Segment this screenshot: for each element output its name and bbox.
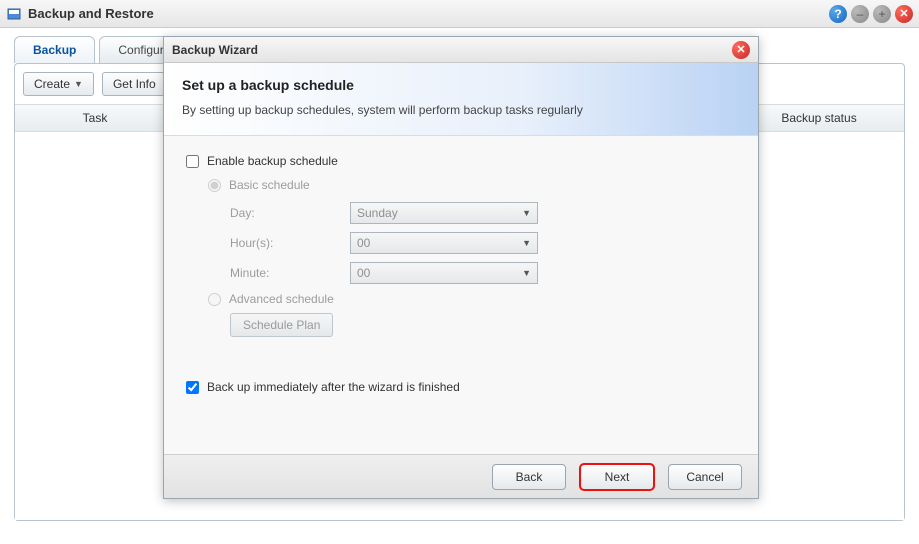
window-title: Backup and Restore xyxy=(28,6,825,21)
help-icon[interactable]: ? xyxy=(829,5,847,23)
back-button[interactable]: Back xyxy=(492,464,566,490)
advanced-schedule-row: Advanced schedule xyxy=(208,292,736,306)
minimize-icon[interactable]: – xyxy=(851,5,869,23)
next-button[interactable]: Next xyxy=(580,464,654,490)
close-icon[interactable]: ✕ xyxy=(895,5,913,23)
basic-schedule-row: Basic schedule xyxy=(208,178,736,192)
hour-row: Hour(s): 00 ▼ xyxy=(230,232,736,254)
col-backup-status: Backup status xyxy=(734,105,904,131)
enable-schedule-checkbox[interactable] xyxy=(186,155,199,168)
advanced-schedule-radio xyxy=(208,293,221,306)
app-icon xyxy=(6,6,22,22)
hour-label: Hour(s): xyxy=(230,236,350,250)
basic-schedule-radio xyxy=(208,179,221,192)
modal-title: Backup Wizard xyxy=(172,43,258,57)
minute-label: Minute: xyxy=(230,266,350,280)
enable-schedule-label: Enable backup schedule xyxy=(207,154,338,168)
day-row: Day: Sunday ▼ xyxy=(230,202,736,224)
immediate-backup-row: Back up immediately after the wizard is … xyxy=(186,380,736,394)
create-label: Create xyxy=(34,77,70,91)
backup-wizard-modal: Backup Wizard ✕ Set up a backup schedule… xyxy=(163,36,759,499)
create-button[interactable]: Create ▼ xyxy=(23,72,94,96)
chevron-down-icon: ▼ xyxy=(522,238,531,248)
day-select[interactable]: Sunday ▼ xyxy=(350,202,538,224)
immediate-backup-label: Back up immediately after the wizard is … xyxy=(207,380,460,394)
modal-titlebar: Backup Wizard ✕ xyxy=(164,37,758,63)
chevron-down-icon: ▼ xyxy=(522,268,531,278)
chevron-down-icon: ▼ xyxy=(74,79,83,89)
tab-backup[interactable]: Backup xyxy=(14,36,95,63)
modal-heading: Set up a backup schedule xyxy=(182,77,740,93)
modal-body: Enable backup schedule Basic schedule Da… xyxy=(164,135,758,454)
maximize-icon[interactable]: + xyxy=(873,5,891,23)
enable-schedule-row: Enable backup schedule xyxy=(186,154,736,168)
modal-subheading: By setting up backup schedules, system w… xyxy=(182,103,740,117)
minute-select[interactable]: 00 ▼ xyxy=(350,262,538,284)
getinfo-button[interactable]: Get Info xyxy=(102,72,167,96)
advanced-schedule-label: Advanced schedule xyxy=(229,292,334,306)
hour-select[interactable]: 00 ▼ xyxy=(350,232,538,254)
minute-row: Minute: 00 ▼ xyxy=(230,262,736,284)
col-task: Task xyxy=(15,105,175,131)
basic-schedule-label: Basic schedule xyxy=(229,178,310,192)
day-value: Sunday xyxy=(357,206,398,220)
cancel-button[interactable]: Cancel xyxy=(668,464,742,490)
schedule-plan-button: Schedule Plan xyxy=(230,313,333,337)
modal-footer: Back Next Cancel xyxy=(164,454,758,498)
minute-value: 00 xyxy=(357,266,370,280)
day-label: Day: xyxy=(230,206,350,220)
chevron-down-icon: ▼ xyxy=(522,208,531,218)
hour-value: 00 xyxy=(357,236,370,250)
main-titlebar: Backup and Restore ? – + ✕ xyxy=(0,0,919,28)
modal-header: Set up a backup schedule By setting up b… xyxy=(164,63,758,135)
immediate-backup-checkbox[interactable] xyxy=(186,381,199,394)
modal-close-icon[interactable]: ✕ xyxy=(732,41,750,59)
